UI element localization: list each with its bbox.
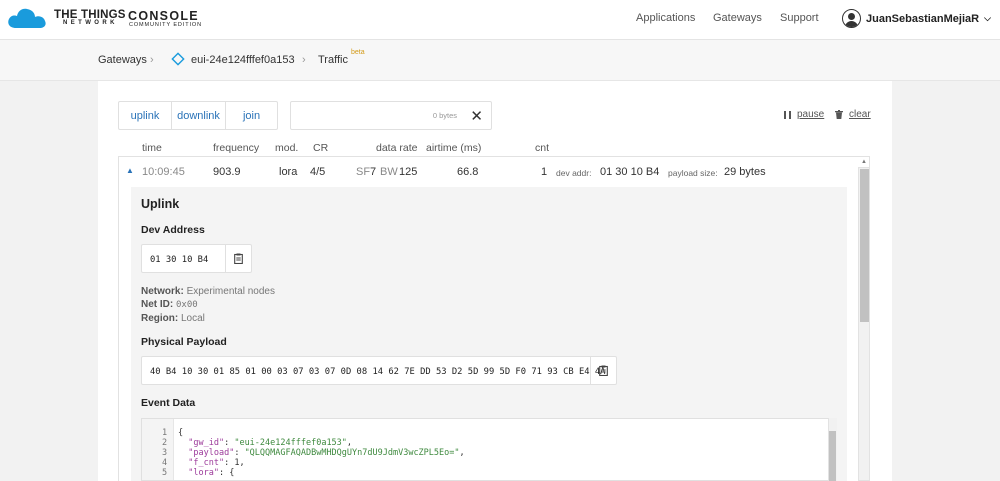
clear-button[interactable]: clear bbox=[835, 109, 871, 120]
event-data-editor[interactable]: 1 { 2 "gw_id": "eui-24e124fffef0a153", 3… bbox=[141, 418, 837, 481]
col-airtime: airtime (ms) bbox=[426, 142, 482, 154]
region-label: Region: bbox=[141, 313, 179, 324]
code-line: "lora": { bbox=[188, 468, 235, 478]
message-row[interactable]: ▲ 10:09:45 903.9 lora 4/5 SF 7 BW 125 66… bbox=[118, 156, 870, 187]
col-data-rate: data rate bbox=[376, 142, 418, 154]
scroll-up-icon[interactable]: ▲ bbox=[861, 159, 867, 165]
breadcrumb: Gateways › eui-24e124fffef0a153 › Traffi… bbox=[0, 40, 1000, 81]
line-number: 2 bbox=[162, 438, 168, 448]
col-mod: mod. bbox=[275, 142, 299, 154]
filter-uplink[interactable]: uplink bbox=[119, 102, 172, 129]
gateway-icon bbox=[171, 52, 185, 66]
col-cnt: cnt bbox=[535, 142, 550, 154]
nav-support[interactable]: Support bbox=[780, 12, 819, 24]
brand-edition: COMMUNITY EDITION bbox=[129, 22, 202, 28]
copy-payload-button[interactable] bbox=[590, 357, 616, 384]
nav-gateways[interactable]: Gateways bbox=[713, 12, 762, 24]
breadcrumb-gateways[interactable]: Gateways bbox=[98, 54, 147, 66]
net-id-label: Net ID: bbox=[141, 299, 174, 310]
msg-frequency: 903.9 bbox=[213, 166, 241, 178]
list-scrollbar-thumb[interactable] bbox=[860, 169, 869, 322]
msg-dev-addr: 01 30 10 B4 bbox=[600, 166, 660, 178]
code-line: "f_cnt": 1, bbox=[188, 458, 245, 468]
msg-payload-size: 29 bytes bbox=[724, 166, 766, 178]
brand-line2: NETWORK bbox=[63, 20, 118, 26]
network-value: Experimental nodes bbox=[186, 286, 275, 297]
chevron-right-icon: › bbox=[302, 54, 306, 66]
msg-airtime: 66.8 bbox=[457, 166, 479, 178]
close-icon[interactable]: ✕ bbox=[470, 107, 483, 125]
dev-address-field: 01 30 10 B4 bbox=[141, 244, 252, 273]
detail-body: Uplink Dev Address 01 30 10 B4 Network: … bbox=[131, 187, 847, 481]
line-number: 3 bbox=[162, 448, 168, 458]
physical-payload-value: 40 B4 10 30 01 85 01 00 03 07 03 07 0D 0… bbox=[150, 367, 606, 377]
msg-sf: 7 bbox=[370, 166, 377, 178]
line-number: 4 bbox=[162, 458, 168, 468]
brand-console: CONSOLE bbox=[128, 9, 199, 23]
code-line: { bbox=[178, 428, 184, 438]
column-headers: time frequency mod. CR data rate airtime… bbox=[98, 142, 892, 156]
message-type-filters: uplink downlink join bbox=[118, 101, 278, 130]
clipboard-icon bbox=[599, 365, 608, 376]
trash-icon bbox=[835, 110, 843, 119]
network-info: Network: Experimental nodes Net ID: 0x00… bbox=[141, 285, 275, 325]
dev-address-label: Dev Address bbox=[141, 224, 205, 236]
net-id-value: 0x00 bbox=[176, 300, 198, 310]
dev-address-value: 01 30 10 B4 bbox=[150, 255, 209, 265]
message-detail: Uplink Dev Address 01 30 10 B4 Network: … bbox=[118, 187, 860, 481]
col-cr: CR bbox=[313, 142, 329, 154]
copy-dev-address-button[interactable] bbox=[225, 245, 251, 272]
msg-time: 10:09:45 bbox=[142, 166, 185, 178]
code-line: "payload": "QLQQMAGFAQADBwMHDQgUYn7dU9Jd… bbox=[188, 448, 465, 458]
clipboard-icon bbox=[234, 253, 243, 264]
caret-up-icon[interactable]: ▲ bbox=[126, 166, 134, 175]
byte-count: 0 bytes bbox=[432, 111, 457, 120]
clear-label: clear bbox=[849, 109, 871, 120]
msg-mod: lora bbox=[279, 166, 298, 178]
traffic-panel: uplink downlink join 0 bytes ✕ pause cle… bbox=[98, 81, 892, 481]
nav-applications[interactable]: Applications bbox=[636, 12, 695, 24]
event-data-label: Event Data bbox=[141, 397, 196, 409]
msg-dev-addr-label: dev addr: bbox=[556, 168, 592, 178]
chevron-down-icon: ⌵ bbox=[984, 13, 991, 23]
line-number: 5 bbox=[162, 468, 168, 478]
col-frequency: frequency bbox=[213, 142, 260, 154]
beta-badge: beta bbox=[351, 49, 365, 56]
msg-sf-label: SF bbox=[356, 166, 371, 178]
filter-downlink[interactable]: downlink bbox=[172, 102, 226, 129]
payload-filter-input[interactable]: 0 bytes ✕ bbox=[290, 101, 492, 130]
filter-join[interactable]: join bbox=[226, 102, 277, 129]
network-label: Network: bbox=[141, 286, 184, 297]
msg-cr: 4/5 bbox=[310, 166, 326, 178]
msg-cnt: 1 bbox=[541, 166, 548, 178]
chevron-right-icon: › bbox=[150, 54, 154, 66]
physical-payload-field: 40 B4 10 30 01 85 01 00 03 07 03 07 0D 0… bbox=[141, 356, 617, 385]
cloud-logo-icon bbox=[8, 8, 46, 28]
msg-bw-label: BW bbox=[380, 166, 398, 178]
code-line: "gw_id": "eui-24e124fffef0a153", bbox=[188, 438, 353, 448]
pause-icon bbox=[784, 110, 791, 119]
breadcrumb-traffic: Traffic bbox=[318, 54, 348, 66]
detail-title: Uplink bbox=[141, 197, 180, 211]
user-menu[interactable]: JuanSebastianMejiaR ⌵ bbox=[842, 9, 991, 28]
line-gutter bbox=[142, 419, 174, 480]
region-value: Local bbox=[181, 313, 205, 324]
ttn-logo[interactable]: THE THINGS NETWORK CONSOLE COMMUNITY EDI… bbox=[6, 6, 201, 30]
col-time: time bbox=[142, 142, 162, 154]
avatar bbox=[842, 9, 861, 28]
user-name: JuanSebastianMejiaR bbox=[866, 12, 980, 25]
pause-button[interactable]: pause bbox=[784, 109, 824, 120]
pause-label: pause bbox=[797, 109, 825, 120]
top-bar: THE THINGS NETWORK CONSOLE COMMUNITY EDI… bbox=[0, 0, 1000, 40]
msg-bw: 125 bbox=[399, 166, 418, 178]
physical-payload-label: Physical Payload bbox=[141, 336, 227, 348]
msg-payload-size-label: payload size: bbox=[668, 168, 718, 178]
line-number: 1 bbox=[162, 428, 168, 438]
breadcrumb-gateway-id[interactable]: eui-24e124fffef0a153 bbox=[191, 54, 295, 66]
editor-scrollbar-thumb[interactable] bbox=[829, 431, 836, 481]
